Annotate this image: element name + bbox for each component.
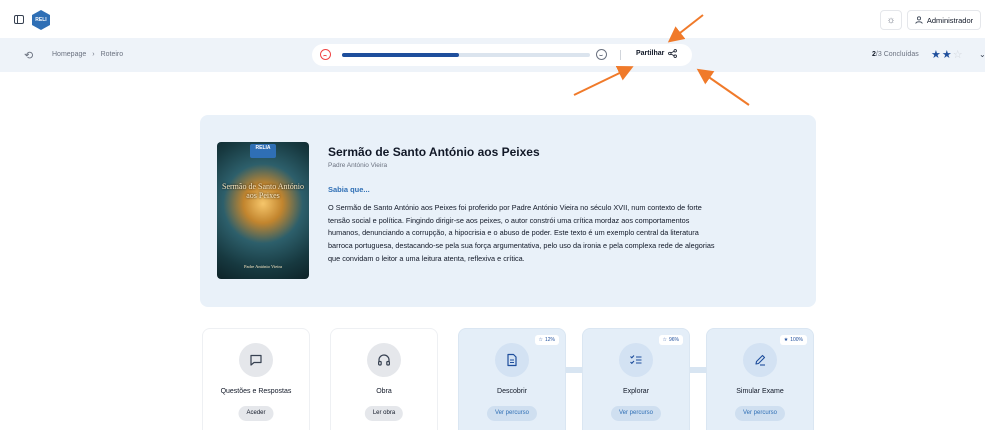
- card-read-button[interactable]: Ler obra: [364, 406, 404, 421]
- rating-stars: ★ ★ ☆: [931, 48, 963, 61]
- pen-icon: [743, 343, 777, 377]
- user-menu-button[interactable]: Administrador: [907, 10, 981, 30]
- share-button[interactable]: Partilhar: [636, 49, 678, 58]
- share-icon: [668, 49, 678, 58]
- badge-value: 100%: [790, 337, 803, 343]
- card-descobrir: ☆ 12% Descobrir Ver percurso: [458, 328, 566, 430]
- user-icon: [915, 16, 923, 24]
- star-outline-icon: ☆: [538, 337, 543, 343]
- card-label: Explorar: [622, 388, 650, 395]
- progress-fill: [342, 53, 459, 57]
- chat-icon: [239, 343, 273, 377]
- card-access-button[interactable]: Aceder: [238, 406, 274, 421]
- share-label: Partilhar: [636, 50, 665, 57]
- headphones-icon: [367, 343, 401, 377]
- card-path-button[interactable]: Ver percurso: [610, 406, 662, 421]
- theme-toggle-button[interactable]: ☼: [880, 10, 902, 30]
- book-title: Sermão de Santo António aos Peixes: [328, 145, 540, 159]
- happy-face-icon: [596, 49, 607, 60]
- cover-author: Padre António Vieira: [244, 264, 282, 269]
- did-you-know-heading: Sabia que...: [328, 185, 370, 194]
- divider: [620, 50, 621, 60]
- checklist-icon: [619, 343, 653, 377]
- progress-badge: ☆ 12%: [534, 335, 559, 345]
- logo-text: RELI: [35, 17, 47, 23]
- cover-badge: RELIA: [250, 144, 276, 158]
- progress-track: [342, 53, 590, 57]
- nav-bar: ⟲ Homepage › Roteiro Partilhar 2/3 Concl…: [0, 38, 985, 72]
- card-label: Simular Exame: [736, 388, 784, 395]
- cover-title: Sermão de Santo António aos Peixes: [222, 182, 304, 200]
- back-icon[interactable]: ⟲: [24, 49, 33, 62]
- card-simular-exame: ★ 100% Simular Exame Ver percurso: [706, 328, 814, 430]
- card-path-button[interactable]: Ver percurso: [734, 406, 786, 421]
- badge-value: 96%: [668, 337, 679, 343]
- annotation-arrow-left: [573, 66, 634, 96]
- top-bar: RELI ☼ Administrador: [0, 0, 985, 38]
- card-label: Descobrir: [497, 388, 527, 395]
- star-outline-icon: ☆: [952, 49, 963, 61]
- card-label: Obra: [376, 388, 392, 395]
- sun-icon: ☼: [886, 14, 896, 26]
- breadcrumb-roteiro[interactable]: Roteiro: [101, 51, 124, 58]
- breadcrumb-separator-icon: ›: [92, 51, 95, 58]
- star-filled-icon: ★: [931, 49, 941, 61]
- completed-total: /3 Concluídas: [875, 51, 919, 58]
- breadcrumb: Homepage › Roteiro: [52, 51, 123, 58]
- progress-badge: ★ 100%: [779, 335, 807, 345]
- document-icon: [495, 343, 529, 377]
- progress-badge: ☆ 96%: [658, 335, 683, 345]
- book-description: O Sermão de Santo António aos Peixes foi…: [328, 203, 715, 263]
- book-cover-image: RELIA Sermão de Santo António aos Peixes…: [217, 142, 309, 279]
- star-outline-icon: ☆: [662, 337, 667, 343]
- user-name: Administrador: [926, 15, 974, 25]
- app-logo[interactable]: RELI: [32, 10, 50, 30]
- star-filled-icon: ★: [783, 337, 789, 343]
- sad-face-icon: [320, 49, 331, 60]
- sidebar-toggle-icon[interactable]: [14, 15, 24, 24]
- card-explorar: ☆ 96% Explorar Ver percurso: [582, 328, 690, 430]
- star-filled-icon: ★: [941, 49, 952, 61]
- book-info-card: RELIA Sermão de Santo António aos Peixes…: [200, 115, 816, 307]
- card-path-button[interactable]: Ver percurso: [486, 406, 538, 421]
- book-author: Padre António Vieira: [328, 162, 388, 169]
- card-label: Questões e Respostas: [220, 388, 292, 395]
- card-obra: Obra Ler obra: [330, 328, 438, 430]
- annotation-arrow-right: [696, 68, 750, 106]
- chevron-down-icon[interactable]: ⌄: [979, 50, 985, 59]
- breadcrumb-homepage[interactable]: Homepage: [52, 51, 86, 58]
- card-questions: Questões e Respostas Aceder: [202, 328, 310, 430]
- progress-panel: Partilhar: [312, 44, 692, 66]
- completed-counter: 2/3 Concluídas: [872, 51, 919, 58]
- badge-value: 12%: [544, 337, 555, 343]
